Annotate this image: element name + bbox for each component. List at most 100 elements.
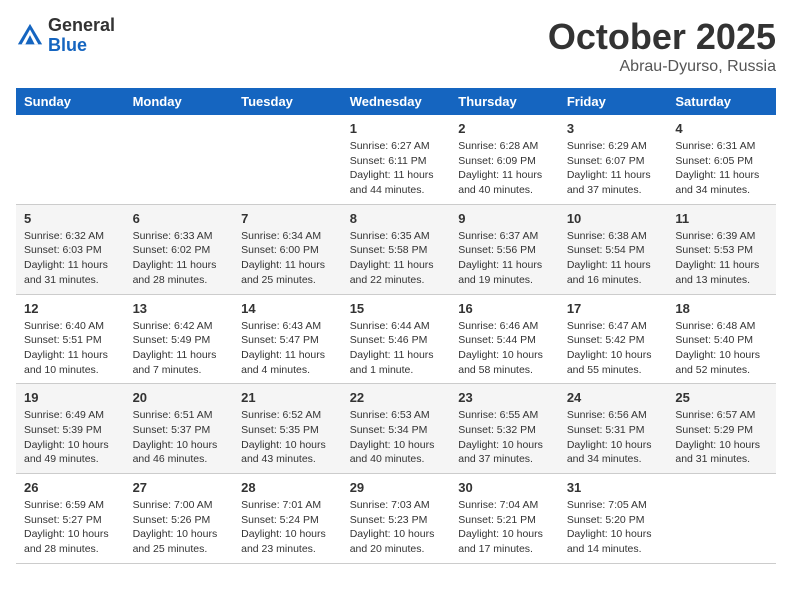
column-header-monday: Monday	[125, 88, 234, 115]
day-info: Sunrise: 6:56 AM Sunset: 5:31 PM Dayligh…	[567, 408, 660, 467]
calendar-cell: 8 Sunrise: 6:35 AM Sunset: 5:58 PM Daylig…	[342, 204, 451, 294]
day-number: 11	[675, 211, 768, 226]
logo-general: General	[48, 16, 115, 36]
day-info: Sunrise: 7:00 AM Sunset: 5:26 PM Dayligh…	[133, 498, 226, 557]
day-number: 25	[675, 390, 768, 405]
calendar-cell: 22 Sunrise: 6:53 AM Sunset: 5:34 PM Dayli…	[342, 384, 451, 474]
day-info: Sunrise: 6:35 AM Sunset: 5:58 PM Dayligh…	[350, 229, 443, 288]
day-info: Sunrise: 7:04 AM Sunset: 5:21 PM Dayligh…	[458, 498, 551, 557]
calendar-cell	[233, 115, 342, 204]
day-number: 5	[24, 211, 117, 226]
column-header-thursday: Thursday	[450, 88, 559, 115]
week-row: 1Sunrise: 6:27 AM Sunset: 6:11 PM Daylig…	[16, 115, 776, 204]
calendar-table: SundayMondayTuesdayWednesdayThursdayFrid…	[16, 88, 776, 564]
day-info: Sunrise: 7:01 AM Sunset: 5:24 PM Dayligh…	[241, 498, 334, 557]
day-number: 7	[241, 211, 334, 226]
day-number: 31	[567, 480, 660, 495]
day-info: Sunrise: 6:49 AM Sunset: 5:39 PM Dayligh…	[24, 408, 117, 467]
day-info: Sunrise: 6:32 AM Sunset: 6:03 PM Dayligh…	[24, 229, 117, 288]
week-row: 19Sunrise: 6:49 AM Sunset: 5:39 PM Dayli…	[16, 384, 776, 474]
day-number: 3	[567, 121, 660, 136]
day-number: 16	[458, 301, 551, 316]
day-number: 26	[24, 480, 117, 495]
logo-text: General Blue	[48, 16, 115, 56]
calendar-cell: 24 Sunrise: 6:56 AM Sunset: 5:31 PM Dayli…	[559, 384, 668, 474]
day-number: 22	[350, 390, 443, 405]
day-info: Sunrise: 6:33 AM Sunset: 6:02 PM Dayligh…	[133, 229, 226, 288]
calendar-cell: 27Sunrise: 7:00 AM Sunset: 5:26 PM Dayli…	[125, 474, 234, 564]
day-number: 29	[350, 480, 443, 495]
day-number: 6	[133, 211, 226, 226]
day-info: Sunrise: 6:34 AM Sunset: 6:00 PM Dayligh…	[241, 229, 334, 288]
day-number: 14	[241, 301, 334, 316]
day-info: Sunrise: 6:59 AM Sunset: 5:27 PM Dayligh…	[24, 498, 117, 557]
day-number: 13	[133, 301, 226, 316]
calendar-cell: 18 Sunrise: 6:48 AM Sunset: 5:40 PM Dayli…	[667, 294, 776, 384]
calendar-cell: 30Sunrise: 7:04 AM Sunset: 5:21 PM Dayli…	[450, 474, 559, 564]
day-info: Sunrise: 6:43 AM Sunset: 5:47 PM Dayligh…	[241, 319, 334, 378]
calendar-cell: 17 Sunrise: 6:47 AM Sunset: 5:42 PM Dayli…	[559, 294, 668, 384]
day-info: Sunrise: 6:47 AM Sunset: 5:42 PM Dayligh…	[567, 319, 660, 378]
day-number: 12	[24, 301, 117, 316]
calendar-cell: 14 Sunrise: 6:43 AM Sunset: 5:47 PM Dayli…	[233, 294, 342, 384]
calendar-cell: 23 Sunrise: 6:55 AM Sunset: 5:32 PM Dayli…	[450, 384, 559, 474]
calendar-header: SundayMondayTuesdayWednesdayThursdayFrid…	[16, 88, 776, 115]
header-row: SundayMondayTuesdayWednesdayThursdayFrid…	[16, 88, 776, 115]
day-info: Sunrise: 6:28 AM Sunset: 6:09 PM Dayligh…	[458, 139, 551, 198]
logo-icon	[16, 22, 44, 50]
day-info: Sunrise: 6:37 AM Sunset: 5:56 PM Dayligh…	[458, 229, 551, 288]
day-number: 17	[567, 301, 660, 316]
day-info: Sunrise: 6:55 AM Sunset: 5:32 PM Dayligh…	[458, 408, 551, 467]
calendar-subtitle: Abrau-Dyurso, Russia	[548, 58, 776, 76]
calendar-cell: 9 Sunrise: 6:37 AM Sunset: 5:56 PM Daylig…	[450, 204, 559, 294]
day-number: 9	[458, 211, 551, 226]
column-header-wednesday: Wednesday	[342, 88, 451, 115]
calendar-cell: 7 Sunrise: 6:34 AM Sunset: 6:00 PM Daylig…	[233, 204, 342, 294]
day-number: 20	[133, 390, 226, 405]
logo-blue: Blue	[48, 36, 115, 56]
day-info: Sunrise: 6:51 AM Sunset: 5:37 PM Dayligh…	[133, 408, 226, 467]
day-info: Sunrise: 6:31 AM Sunset: 6:05 PM Dayligh…	[675, 139, 768, 198]
day-info: Sunrise: 7:05 AM Sunset: 5:20 PM Dayligh…	[567, 498, 660, 557]
day-number: 8	[350, 211, 443, 226]
day-info: Sunrise: 6:57 AM Sunset: 5:29 PM Dayligh…	[675, 408, 768, 467]
column-header-friday: Friday	[559, 88, 668, 115]
calendar-cell: 28Sunrise: 7:01 AM Sunset: 5:24 PM Dayli…	[233, 474, 342, 564]
calendar-cell: 12 Sunrise: 6:40 AM Sunset: 5:51 PM Dayli…	[16, 294, 125, 384]
day-info: Sunrise: 6:53 AM Sunset: 5:34 PM Dayligh…	[350, 408, 443, 467]
calendar-cell: 31 Sunrise: 7:05 AM Sunset: 5:20 PM Dayli…	[559, 474, 668, 564]
calendar-cell: 11 Sunrise: 6:39 AM Sunset: 5:53 PM Dayli…	[667, 204, 776, 294]
day-number: 24	[567, 390, 660, 405]
day-number: 23	[458, 390, 551, 405]
calendar-cell: 29 Sunrise: 7:03 AM Sunset: 5:23 PM Dayli…	[342, 474, 451, 564]
calendar-cell	[16, 115, 125, 204]
calendar-cell: 3Sunrise: 6:29 AM Sunset: 6:07 PM Daylig…	[559, 115, 668, 204]
calendar-cell: 1Sunrise: 6:27 AM Sunset: 6:11 PM Daylig…	[342, 115, 451, 204]
day-info: Sunrise: 6:48 AM Sunset: 5:40 PM Dayligh…	[675, 319, 768, 378]
day-number: 21	[241, 390, 334, 405]
calendar-cell: 21 Sunrise: 6:52 AM Sunset: 5:35 PM Dayli…	[233, 384, 342, 474]
day-info: Sunrise: 6:40 AM Sunset: 5:51 PM Dayligh…	[24, 319, 117, 378]
week-row: 12 Sunrise: 6:40 AM Sunset: 5:51 PM Dayli…	[16, 294, 776, 384]
calendar-cell: 25 Sunrise: 6:57 AM Sunset: 5:29 PM Dayli…	[667, 384, 776, 474]
day-info: Sunrise: 6:46 AM Sunset: 5:44 PM Dayligh…	[458, 319, 551, 378]
day-number: 18	[675, 301, 768, 316]
calendar-cell: 6 Sunrise: 6:33 AM Sunset: 6:02 PM Daylig…	[125, 204, 234, 294]
column-header-tuesday: Tuesday	[233, 88, 342, 115]
day-number: 2	[458, 121, 551, 136]
calendar-cell: 13Sunrise: 6:42 AM Sunset: 5:49 PM Dayli…	[125, 294, 234, 384]
day-number: 1	[350, 121, 443, 136]
day-info: Sunrise: 7:03 AM Sunset: 5:23 PM Dayligh…	[350, 498, 443, 557]
calendar-body: 1Sunrise: 6:27 AM Sunset: 6:11 PM Daylig…	[16, 115, 776, 563]
day-number: 4	[675, 121, 768, 136]
calendar-cell: 16 Sunrise: 6:46 AM Sunset: 5:44 PM Dayli…	[450, 294, 559, 384]
calendar-cell: 2 Sunrise: 6:28 AM Sunset: 6:09 PM Daylig…	[450, 115, 559, 204]
calendar-cell: 4 Sunrise: 6:31 AM Sunset: 6:05 PM Daylig…	[667, 115, 776, 204]
calendar-cell: 10Sunrise: 6:38 AM Sunset: 5:54 PM Dayli…	[559, 204, 668, 294]
week-row: 5 Sunrise: 6:32 AM Sunset: 6:03 PM Daylig…	[16, 204, 776, 294]
calendar-cell: 19Sunrise: 6:49 AM Sunset: 5:39 PM Dayli…	[16, 384, 125, 474]
calendar-cell: 15Sunrise: 6:44 AM Sunset: 5:46 PM Dayli…	[342, 294, 451, 384]
day-info: Sunrise: 6:52 AM Sunset: 5:35 PM Dayligh…	[241, 408, 334, 467]
day-info: Sunrise: 6:39 AM Sunset: 5:53 PM Dayligh…	[675, 229, 768, 288]
week-row: 26 Sunrise: 6:59 AM Sunset: 5:27 PM Dayli…	[16, 474, 776, 564]
